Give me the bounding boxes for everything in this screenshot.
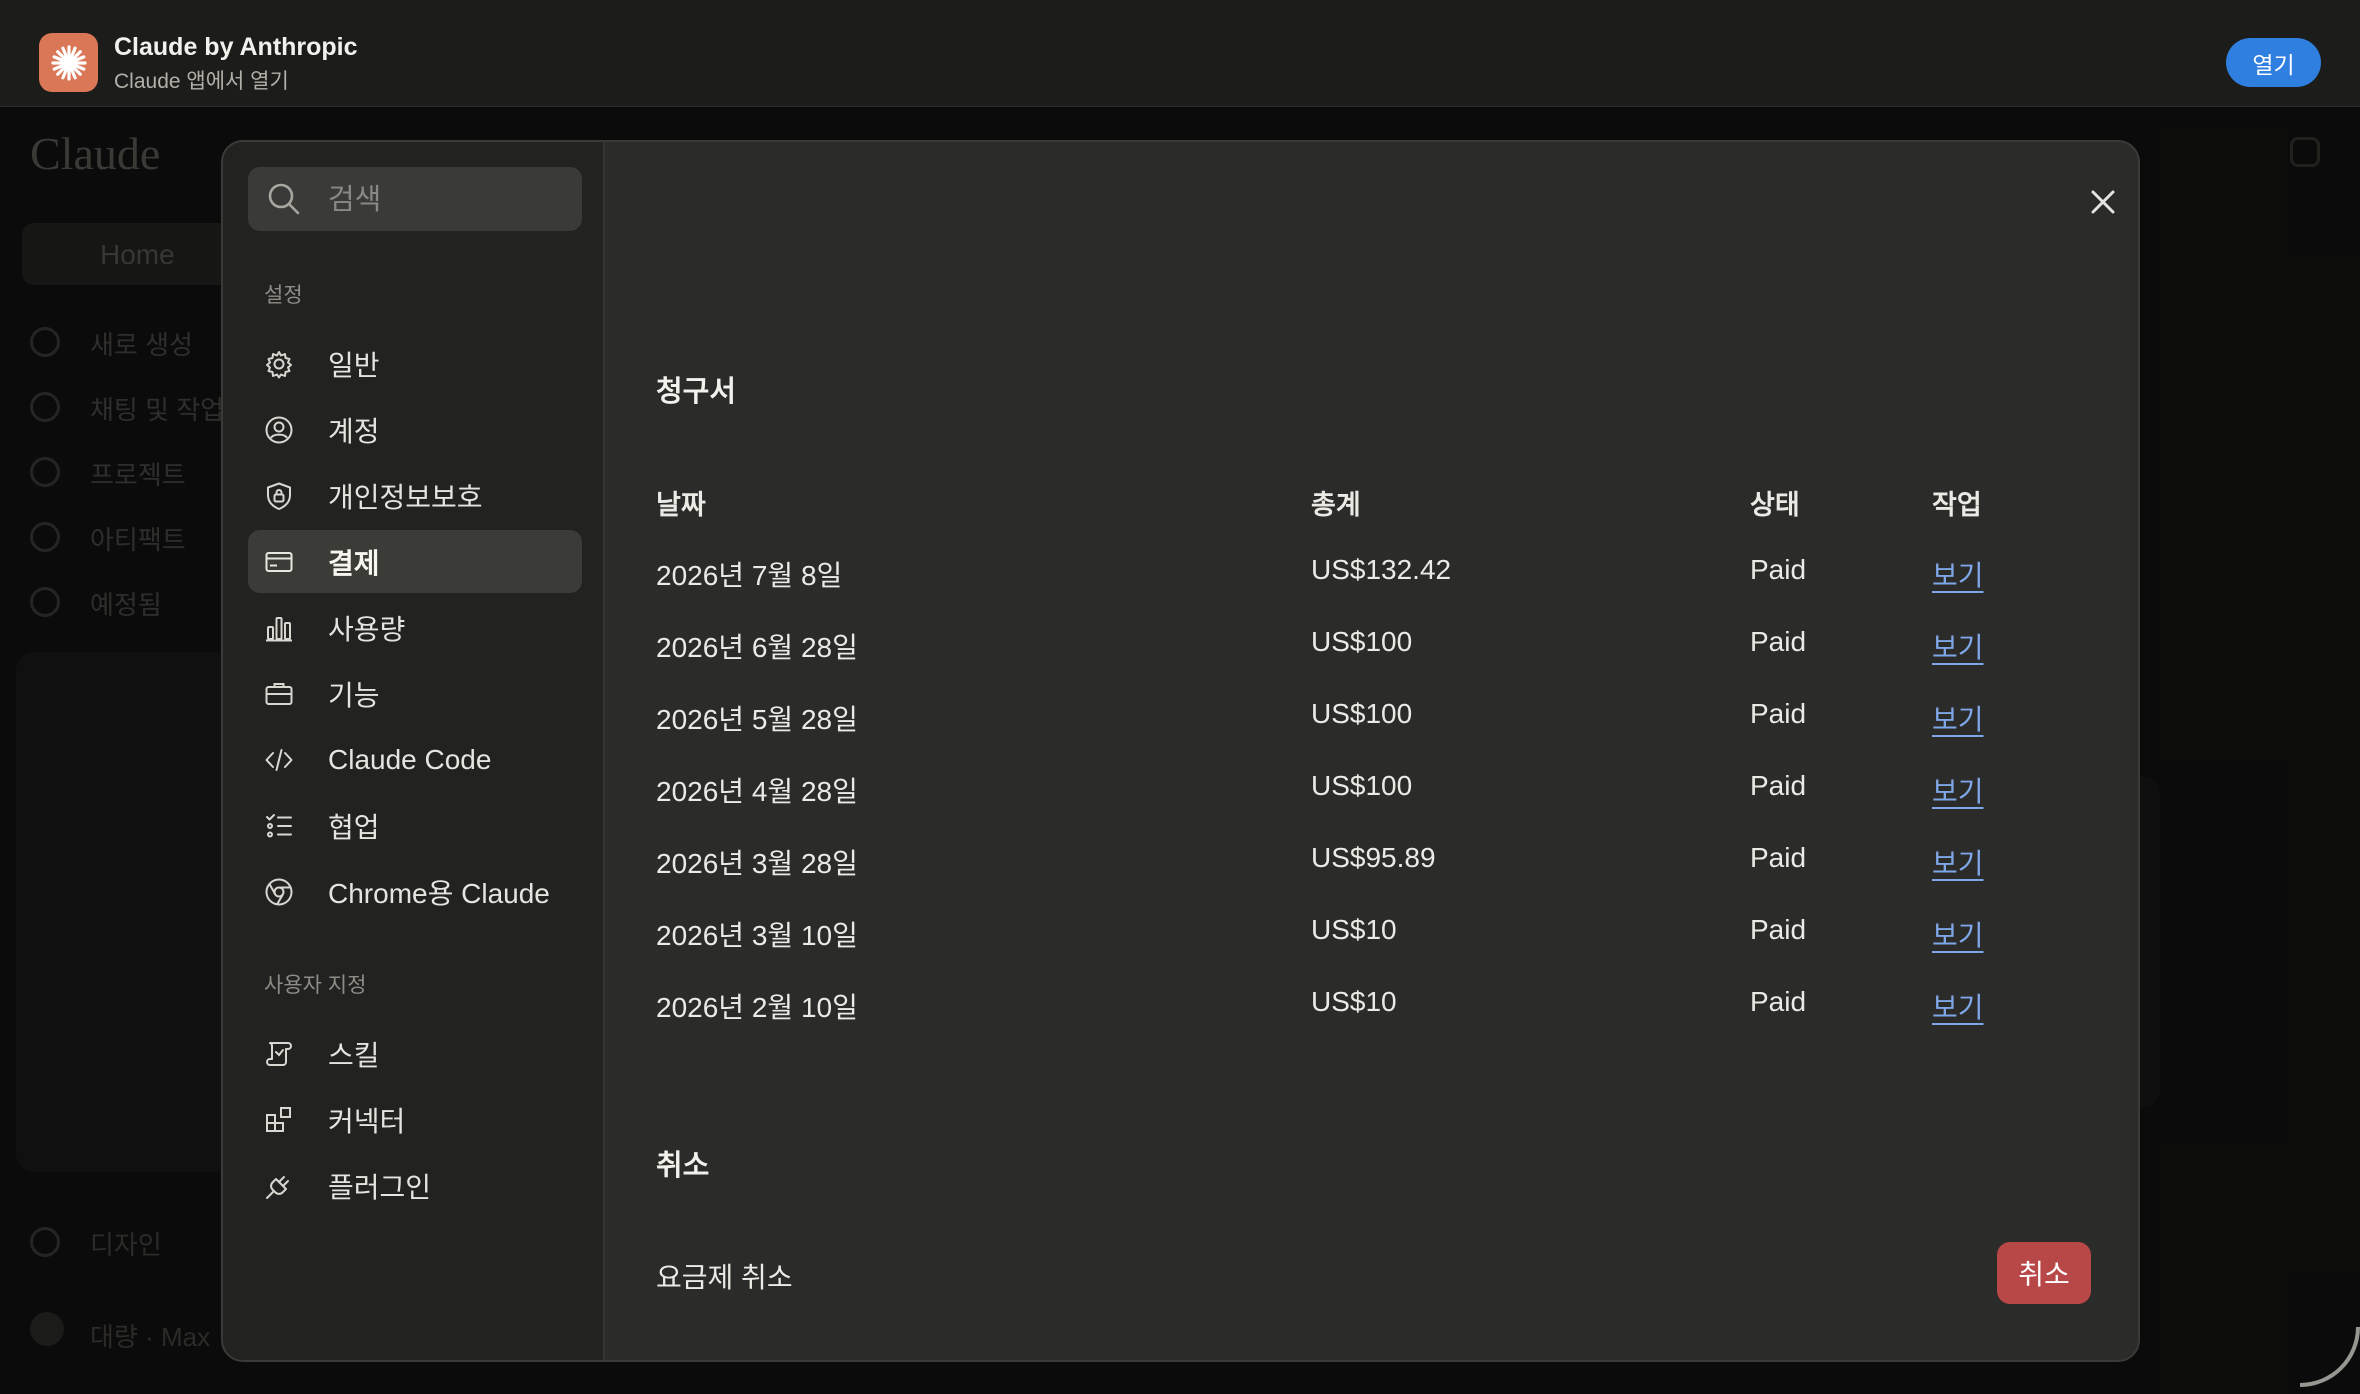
sidebar-item-billing[interactable]: 결제 (248, 530, 582, 593)
sidebar-item-connectors[interactable]: 커넥터 (248, 1088, 582, 1151)
banner-app-subtitle: Claude 앱에서 열기 (114, 70, 289, 93)
sidebar-item-label: 스킬 (328, 1039, 380, 1071)
invoice-date: 2026년 2월 10일 (656, 992, 858, 1023)
settings-modal: 설정 일반 계정 개인정보보호 (221, 140, 2140, 1362)
invoice-date: 2026년 6월 28일 (656, 632, 858, 663)
banner-app-name: Claude by Anthropic (114, 33, 358, 61)
globe-icon (265, 878, 293, 906)
sidebar-item-label: 개인정보보호 (328, 481, 483, 513)
app-banner: Claude by Anthropic Claude 앱에서 열기 열기 (0, 0, 2360, 107)
invoice-date: 2026년 3월 10일 (656, 920, 858, 951)
invoice-status: Paid (1750, 770, 1807, 801)
invoice-date: 2026년 4월 28일 (656, 776, 858, 807)
checklist-icon (266, 814, 292, 838)
search-icon (268, 183, 300, 215)
search-input[interactable] (326, 177, 570, 223)
sidebar-item-label: 플러그인 (328, 1171, 432, 1203)
invoice-status: Paid (1750, 842, 1807, 873)
view-invoice-link[interactable]: 보기 (1932, 698, 1984, 738)
column-header-status: 상태 (1750, 490, 1800, 520)
plug-icon (266, 1176, 289, 1199)
sidebar-item-chrome[interactable]: Chrome용 Claude (248, 860, 582, 923)
sidebar-item-label: 사용량 (328, 613, 406, 645)
view-invoice-link[interactable]: 보기 (1932, 626, 1984, 666)
sidebar-item-label: 기능 (328, 679, 380, 711)
column-header-date: 날짜 (656, 490, 706, 520)
sidebar-item-account[interactable]: 계정 (248, 398, 582, 461)
cancellation-title: 취소 (656, 1150, 710, 1182)
sidebar-item-label: 일반 (328, 349, 380, 381)
sidebar-item-claude-code[interactable]: Claude Code (248, 728, 582, 791)
view-invoice-link[interactable]: 보기 (1932, 914, 1984, 954)
view-invoice-link[interactable]: 보기 (1932, 554, 1984, 594)
invoice-total: US$100 (1311, 698, 1413, 729)
code-icon (265, 749, 293, 771)
invoice-status: Paid (1750, 554, 1807, 585)
invoice-status: Paid (1750, 914, 1807, 945)
sidebar-item-label: 협업 (328, 811, 380, 843)
invoice-date: 2026년 7월 8일 (656, 560, 843, 591)
sidebar-item-label: 커넥터 (328, 1105, 406, 1137)
column-header-total: 총계 (1311, 490, 1361, 520)
cancel-plan-label: 요금제 취소 (656, 1262, 793, 1293)
sidebar-item-label: Chrome용 Claude (328, 877, 550, 909)
invoice-total: US$100 (1311, 770, 1413, 801)
invoice-total: US$10 (1311, 986, 1397, 1017)
scroll-icon (266, 1042, 292, 1066)
view-invoice-link[interactable]: 보기 (1932, 770, 1984, 810)
gear-icon (266, 351, 292, 379)
sidebar-item-features[interactable]: 기능 (248, 662, 582, 725)
invoice-total: US$10 (1311, 914, 1397, 945)
shield-lock-icon (267, 482, 291, 510)
sidebar-item-general[interactable]: 일반 (248, 332, 582, 395)
invoice-status: Paid (1750, 626, 1807, 657)
invoice-status: Paid (1750, 698, 1807, 729)
invoice-total: US$95.89 (1311, 842, 1436, 873)
close-icon[interactable] (2083, 182, 2123, 222)
sidebar-item-usage[interactable]: 사용량 (248, 596, 582, 659)
credit-card-icon (265, 552, 293, 572)
briefcase-icon (265, 683, 293, 705)
invoice-date: 2026년 3월 28일 (656, 848, 858, 879)
invoice-total: US$132.42 (1311, 554, 1452, 585)
cancel-plan-button[interactable]: 취소 (1997, 1242, 2091, 1304)
invoice-status: Paid (1750, 986, 1807, 1017)
bar-chart-icon (266, 617, 292, 642)
sidebar-item-label: Claude Code (328, 743, 492, 775)
user-circle-icon (265, 416, 293, 444)
section-label-customize: 사용자 지정 (264, 974, 367, 997)
view-invoice-link[interactable]: 보기 (1932, 842, 1984, 882)
section-label-settings: 설정 (264, 284, 303, 307)
sidebar-item-plugins[interactable]: 플러그인 (248, 1154, 582, 1217)
sidebar-item-label: 계정 (328, 415, 380, 447)
sidebar-item-skills[interactable]: 스킬 (248, 1022, 582, 1085)
invoices-title: 청구서 (656, 376, 737, 408)
sidebar-item-label: 결제 (328, 547, 380, 579)
search-box[interactable] (248, 167, 582, 231)
invoice-total: US$100 (1311, 626, 1413, 657)
sidebar-item-privacy[interactable]: 개인정보보호 (248, 464, 582, 527)
open-in-app-button[interactable]: 열기 (2226, 38, 2321, 87)
column-header-action: 작업 (1932, 490, 1982, 520)
settings-sidebar: 설정 일반 계정 개인정보보호 (223, 142, 605, 1360)
invoice-date: 2026년 5월 28일 (656, 704, 858, 735)
sidebar-item-collaboration[interactable]: 협업 (248, 794, 582, 857)
claude-app-icon (39, 33, 98, 92)
view-invoice-link[interactable]: 보기 (1932, 986, 1984, 1026)
blocks-icon (266, 1107, 291, 1132)
